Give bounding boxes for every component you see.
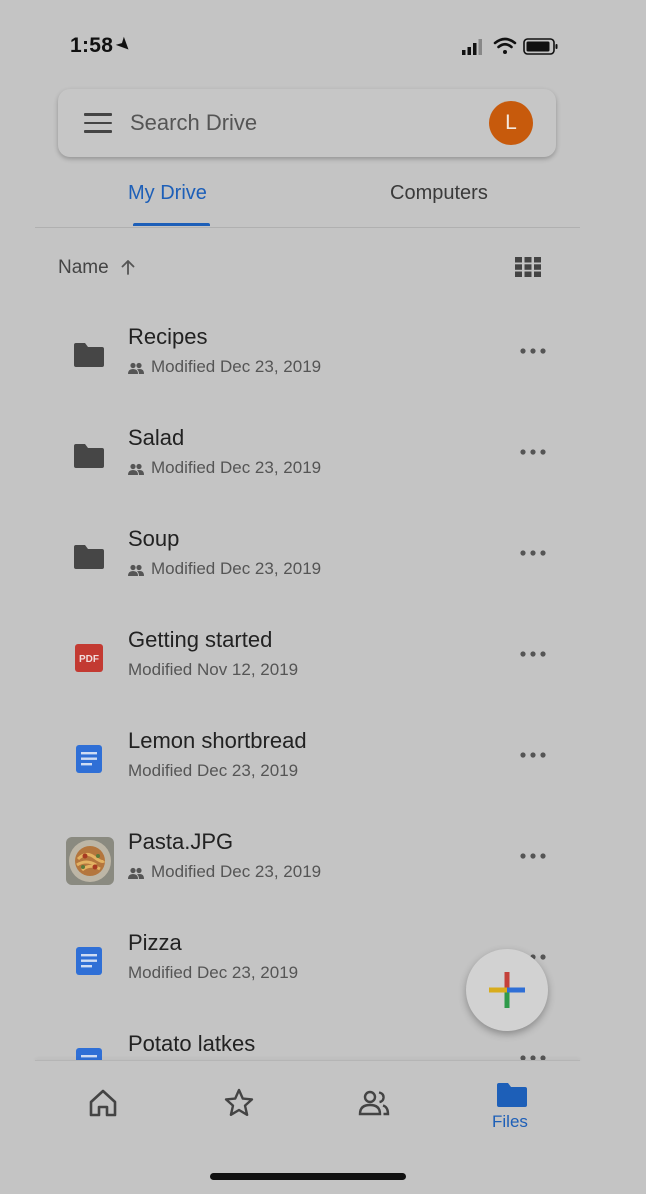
file-modified: Modified Dec 23, 2019 [128,862,321,882]
file-name: Salad [128,425,185,450]
grid-view-icon[interactable] [515,257,541,277]
active-tab-indicator [133,223,210,226]
shared-people-icon [128,463,144,475]
people-icon[interactable] [358,1087,390,1119]
file-modified: Modified Dec 23, 2019 [128,963,299,982]
star-icon[interactable] [223,1087,255,1119]
sort-by-name[interactable]: Name [58,257,109,279]
status-time: 1:58➤ [70,34,135,57]
doc-icon [76,1048,102,1060]
more-options-icon[interactable] [518,346,548,356]
pdf-icon: PDF [75,644,103,672]
more-options-icon[interactable] [518,750,548,760]
tabs-divider [35,227,580,228]
home-indicator [210,1173,406,1180]
folder-icon[interactable] [496,1079,528,1111]
file-modified: Modified Dec 23, 2019 [128,559,321,579]
file-name: Soup [128,526,180,551]
more-options-icon[interactable] [518,1053,548,1060]
file-modified: Modified Dec 23, 2019 [128,761,299,780]
more-options-icon[interactable] [518,548,548,558]
shared-people-icon [128,564,144,576]
shared-people-icon [128,362,144,374]
search-input[interactable]: Search Drive [130,110,257,136]
search-bar[interactable]: Search Drive L [58,89,556,157]
image-thumbnail [66,837,114,885]
cellular-signal-icon [462,39,482,55]
folder-icon [74,444,104,468]
file-modified: Modified Nov 12, 2019 [128,660,299,679]
status-icons [462,37,558,55]
location-arrow-icon: ➤ [112,34,135,57]
file-name: Pasta.JPG [128,829,234,854]
tab-my-drive[interactable]: My Drive [128,182,207,205]
more-options-icon[interactable] [518,447,548,457]
tab-computers[interactable]: Computers [390,182,488,205]
new-button[interactable] [466,949,548,1031]
file-name: Getting started [128,627,273,652]
file-name: Lemon shortbread [128,728,307,753]
menu-icon[interactable] [84,113,112,133]
file-modified: Modified Dec 23, 2019 [128,458,321,478]
plus-icon [489,972,525,1008]
wifi-icon [493,37,517,54]
file-list: Recipes Modified Dec 23, 2019 Salad Modi… [0,308,646,1060]
doc-icon [76,947,102,975]
arrow-up-icon[interactable] [118,257,138,277]
file-row-salad[interactable]: Salad Modified Dec 23, 2019 [0,409,580,510]
file-row-getting-started[interactable]: PDF Getting started Modified Nov 12, 201… [0,611,580,712]
svg-text:PDF: PDF [79,654,99,665]
file-row-lemon-shortbread[interactable]: Lemon shortbread Modified Dec 23, 2019 [0,712,580,813]
file-name: Potato latkes [128,1031,256,1056]
nav-files-label[interactable]: Files [492,1112,528,1132]
avatar[interactable]: L [489,101,533,145]
file-row-pasta[interactable]: Pasta.JPG Modified Dec 23, 2019 [0,813,580,914]
shared-people-icon [128,867,144,879]
file-modified: Modified Dec 23, 2019 [128,357,321,377]
home-icon[interactable] [87,1087,119,1119]
file-row-recipes[interactable]: Recipes Modified Dec 23, 2019 [0,308,580,409]
file-row-soup[interactable]: Soup Modified Dec 23, 2019 [0,510,580,611]
doc-icon [76,745,102,773]
battery-icon [523,38,558,55]
file-name: Recipes [128,324,208,349]
more-options-icon[interactable] [518,649,548,659]
file-name: Pizza [128,930,182,955]
more-options-icon[interactable] [518,851,548,861]
folder-icon [74,343,104,367]
folder-icon [74,545,104,569]
